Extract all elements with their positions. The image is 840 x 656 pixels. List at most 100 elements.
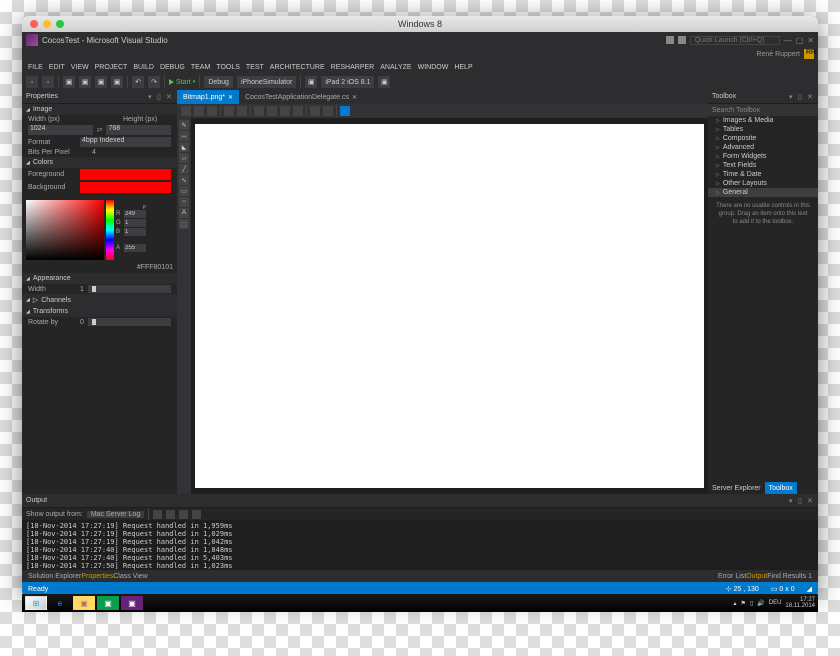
tab-close-icon[interactable]: ✕	[228, 94, 233, 101]
pin-icon[interactable]: ▯	[157, 93, 164, 100]
menu-debug[interactable]: DEBUG	[160, 64, 185, 71]
grid-tool-icon[interactable]	[207, 106, 217, 116]
g-input[interactable]	[124, 219, 146, 227]
toolbox-item[interactable]: Composite	[708, 134, 818, 143]
tray-lang[interactable]: DEU	[769, 600, 782, 606]
highlight-tool-icon[interactable]	[340, 106, 350, 116]
redo-button[interactable]: ↷	[148, 76, 160, 88]
zoom-dot[interactable]	[56, 20, 64, 28]
rotr-icon[interactable]	[293, 106, 303, 116]
tray-net-icon[interactable]: ▯	[750, 600, 753, 607]
menu-project[interactable]: PROJECT	[95, 64, 128, 71]
ellipse-tool[interactable]: ○	[179, 197, 189, 207]
frame-tool-icon[interactable]	[224, 106, 234, 116]
dropdown-icon[interactable]: ▾	[148, 93, 155, 100]
line-tool[interactable]: ╱	[179, 164, 189, 174]
status-resize-icon[interactable]: ◢	[807, 585, 812, 593]
toolbox-search[interactable]: Search Toolbox	[708, 104, 818, 116]
goto-output-icon[interactable]	[192, 510, 201, 519]
tray-up-icon[interactable]: ▴	[734, 600, 737, 607]
crop-tool-icon[interactable]	[237, 106, 247, 116]
close-dot[interactable]	[30, 20, 38, 28]
save-all-button[interactable]: ▣	[111, 76, 123, 88]
toolbox-item[interactable]: Other Layouts	[708, 179, 818, 188]
invert-icon[interactable]	[310, 106, 320, 116]
tab-class-view[interactable]: Class View	[113, 573, 148, 580]
menu-file[interactable]: FILE	[28, 64, 43, 71]
r-input[interactable]	[124, 210, 146, 218]
group-colors[interactable]: Colors	[22, 157, 177, 168]
pin-icon[interactable]: ▯	[798, 497, 805, 504]
explorer-icon[interactable]: ▣	[73, 596, 95, 610]
text-tool[interactable]: A	[179, 208, 189, 218]
tab-properties[interactable]: Properties	[81, 573, 113, 580]
doc-tab[interactable]: CocosTestApplicationDelegate.cs✕	[239, 90, 363, 104]
brush-tool[interactable]: 〰	[179, 131, 189, 141]
rotl-icon[interactable]	[280, 106, 290, 116]
menu-architecture[interactable]: ARCHITECTURE	[270, 64, 325, 71]
user-avatar[interactable]: RR	[804, 49, 814, 59]
start-button[interactable]: ⊞	[25, 596, 47, 610]
doc-tab[interactable]: Bitmap1.png*✕	[177, 90, 239, 104]
wrap-output-icon[interactable]	[166, 510, 175, 519]
quick-launch-input[interactable]: Quick Launch (Ctrl+Q)	[690, 36, 780, 45]
bg-swatch[interactable]	[80, 182, 171, 193]
menu-build[interactable]: BUILD	[133, 64, 154, 71]
toolbox-item[interactable]: Advanced	[708, 143, 818, 152]
width-slider[interactable]	[88, 285, 171, 293]
close-button[interactable]: ✕	[807, 36, 814, 45]
group-channels[interactable]: ▷ Channels	[22, 294, 177, 306]
select-tool[interactable]: ⬚	[179, 219, 189, 229]
toolbox-item[interactable]: General	[708, 188, 818, 197]
minimize-button[interactable]: —	[784, 36, 792, 45]
fg-swatch[interactable]	[80, 169, 171, 180]
tab-error-list[interactable]: Error List	[718, 573, 746, 580]
hex-value[interactable]: #FFF80101	[137, 264, 173, 271]
notification-icon[interactable]	[666, 36, 674, 44]
open-button[interactable]: ▣	[79, 76, 91, 88]
rotate-slider[interactable]	[88, 318, 171, 326]
menu-view[interactable]: VIEW	[71, 64, 89, 71]
toglock-output-icon[interactable]	[179, 510, 188, 519]
hue-slider[interactable]	[106, 200, 114, 260]
b-input[interactable]	[124, 228, 146, 236]
zoom-tool-icon[interactable]	[194, 106, 204, 116]
tray-flag-icon[interactable]: ⚑	[741, 600, 746, 607]
feedback-icon[interactable]	[678, 36, 686, 44]
device-opts-button[interactable]: ▣	[378, 76, 390, 88]
platform-combo[interactable]: iPhoneSimulator	[237, 76, 296, 88]
curve-tool[interactable]: ∿	[179, 175, 189, 185]
extra-button[interactable]: ▣	[305, 76, 317, 88]
toolbox-item[interactable]: Form Widgets	[708, 152, 818, 161]
store-icon[interactable]: ▣	[97, 596, 119, 610]
tab-solution-explorer[interactable]: Solution Explorer	[28, 573, 81, 580]
toolbox-item[interactable]: Images & Media	[708, 116, 818, 125]
menu-edit[interactable]: EDIT	[49, 64, 65, 71]
output-text[interactable]: [18-Nov-2014 17:27:19] Request handled i…	[22, 520, 818, 570]
new-button[interactable]: ▣	[63, 76, 75, 88]
toolbox-item[interactable]: Time & Date	[708, 170, 818, 179]
tab-output[interactable]: Output	[746, 573, 767, 580]
close-icon[interactable]: ✕	[807, 497, 814, 504]
group-image[interactable]: Image	[22, 104, 177, 115]
clear-output-icon[interactable]	[153, 510, 162, 519]
arrow-tool-icon[interactable]	[181, 106, 191, 116]
menu-window[interactable]: WINDOW	[418, 64, 449, 71]
group-appearance[interactable]: Appearance	[22, 273, 177, 284]
menu-resharper[interactable]: RESHARPER	[331, 64, 375, 71]
format-select[interactable]: 4bpp Indexed	[80, 137, 171, 147]
image-canvas[interactable]	[191, 118, 708, 494]
server-explorer-tab[interactable]: Server Explorer	[708, 482, 765, 494]
fliph-icon[interactable]	[254, 106, 264, 116]
close-icon[interactable]: ✕	[166, 93, 173, 100]
flipv-icon[interactable]	[267, 106, 277, 116]
menu-test[interactable]: TEST	[246, 64, 264, 71]
save-button[interactable]: ▣	[95, 76, 107, 88]
rect-tool[interactable]: ▭	[179, 186, 189, 196]
dropdown-icon[interactable]: ▾	[789, 497, 796, 504]
color-picker[interactable]	[26, 200, 104, 260]
brightness-icon[interactable]	[323, 106, 333, 116]
toolbox-tab[interactable]: Toolbox	[765, 482, 797, 494]
ie-icon[interactable]: e	[49, 596, 71, 610]
config-combo[interactable]: Debug	[204, 76, 233, 88]
